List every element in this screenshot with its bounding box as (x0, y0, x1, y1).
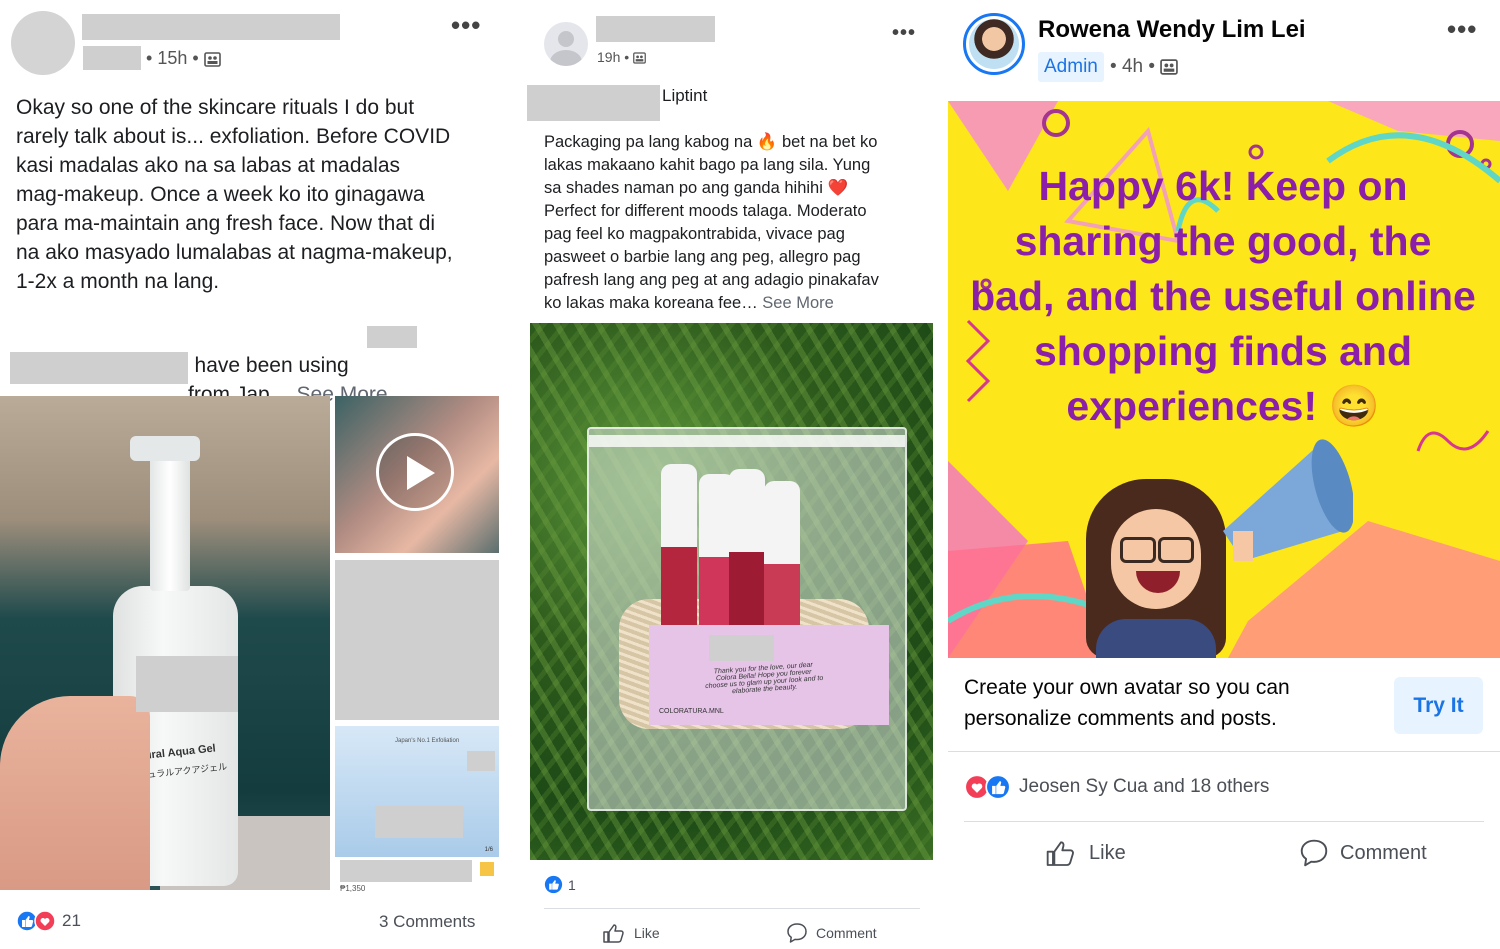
divider (544, 908, 920, 909)
reactions-count: 21 (62, 911, 81, 930)
members-icon (1160, 59, 1179, 75)
reactions-summary[interactable]: 1 (544, 875, 576, 894)
members-icon (203, 51, 221, 67)
video-thumbnail[interactable] (335, 396, 499, 553)
like-reaction-icon (985, 774, 1011, 800)
megaphone-illustration (1223, 439, 1353, 561)
comment-button[interactable]: Comment (1298, 838, 1427, 868)
comment-icon (1300, 839, 1328, 867)
post-time[interactable]: 19h (597, 49, 620, 65)
redacted-thumb-text (375, 806, 463, 838)
divider (964, 821, 1484, 822)
thank-you-card: Thank you for the love, our dear Colora … (649, 625, 889, 725)
thumb-page: 1/6 (484, 847, 493, 853)
banner-text: Happy 6k! Keep on sharing the good, the … (970, 163, 1476, 429)
like-icon (603, 924, 624, 943)
redacted-author-name[interactable] (596, 16, 715, 42)
reactions-summary[interactable]: 21 (16, 910, 81, 932)
post-meta: • 4h • (1110, 56, 1179, 78)
thumb-caption: Japan's No.1 Exfoliation (395, 738, 460, 744)
avatar[interactable] (544, 22, 588, 66)
post-time[interactable]: 15h (157, 48, 187, 68)
members-icon (633, 52, 646, 64)
author-name[interactable]: Rowena Wendy Lim Lei (1038, 16, 1306, 44)
redacted-product-name-1 (367, 326, 417, 348)
post-meta: • 15h • (146, 48, 221, 69)
redacted-card-logo (709, 635, 774, 661)
like-reaction-icon (544, 875, 563, 894)
post-card-3: Rowena Wendy Lim Lei Admin • 4h • ••• Ha… (948, 0, 1500, 949)
redacted-author-name[interactable] (82, 14, 340, 40)
card-handle: COLORATURA.MNL (659, 708, 724, 715)
admin-badge: Admin (1038, 52, 1104, 82)
zip-pouch: Thank you for the love, our dear Colora … (587, 427, 907, 811)
redacted-thumbnail[interactable] (335, 560, 499, 720)
reactions-text: Jeosen Sy Cua and 18 others (1019, 776, 1270, 797)
post-body: Packaging pa lang kabog na 🔥 bet na bet … (544, 133, 879, 312)
post-meta: 19h • (597, 49, 646, 65)
love-reaction-icon (34, 910, 56, 932)
post-time[interactable]: 4h (1122, 56, 1143, 77)
more-icon[interactable]: ••• (1447, 16, 1477, 42)
price-badge (480, 862, 494, 876)
like-icon (1046, 841, 1074, 866)
post-card-1: • 15h • ••• Okay so one of the skincare … (0, 0, 510, 949)
like-button[interactable]: Like (602, 922, 660, 944)
redacted-thumb-badge (467, 751, 495, 771)
play-icon[interactable] (376, 433, 454, 511)
divider (948, 751, 1500, 752)
comment-button[interactable]: Comment (786, 922, 877, 944)
redacted-label (136, 656, 238, 712)
card-text: Thank you for the love, our dear Colora … (704, 661, 824, 696)
more-icon[interactable]: ••• (892, 23, 916, 43)
see-more-link[interactable]: See More (762, 294, 834, 312)
redacted-price-title (340, 860, 472, 882)
product-photo[interactable]: Natural Aqua Gel ナチュラルアクアジェル (0, 396, 330, 890)
price: ₱1,350 (340, 884, 366, 893)
reactions-summary[interactable]: Jeosen Sy Cua and 18 others (964, 774, 1269, 800)
comments-count[interactable]: 3 Comments (379, 912, 475, 932)
more-icon[interactable]: ••• (451, 12, 481, 38)
reactions-count: 1 (568, 876, 576, 893)
celebration-banner[interactable]: Happy 6k! Keep on sharing the good, the … (948, 101, 1500, 658)
product-ad-thumbnail[interactable]: Japan's No.1 Exfoliation 1/6 (335, 726, 499, 857)
redacted-product-name-2 (10, 352, 188, 384)
like-button[interactable]: Like (1045, 838, 1126, 868)
promo-text: Create your own avatar so you can person… (964, 676, 1290, 730)
post-body: Okay so one of the skincare rituals I do… (16, 96, 453, 293)
comment-icon (787, 923, 807, 943)
post-title-suffix: Liptint (662, 86, 708, 105)
avatar[interactable] (11, 11, 75, 75)
redacted-group-name[interactable] (83, 46, 141, 70)
avatar-icon (558, 31, 574, 47)
post-card-2: 19h • ••• Liptint Packaging pa lang kabo… (518, 0, 945, 949)
product-photo[interactable]: Thank you for the love, our dear Colora … (530, 323, 933, 860)
try-it-button[interactable]: Try It (1394, 677, 1483, 734)
redacted-title (527, 85, 660, 121)
avatar[interactable] (963, 13, 1025, 75)
